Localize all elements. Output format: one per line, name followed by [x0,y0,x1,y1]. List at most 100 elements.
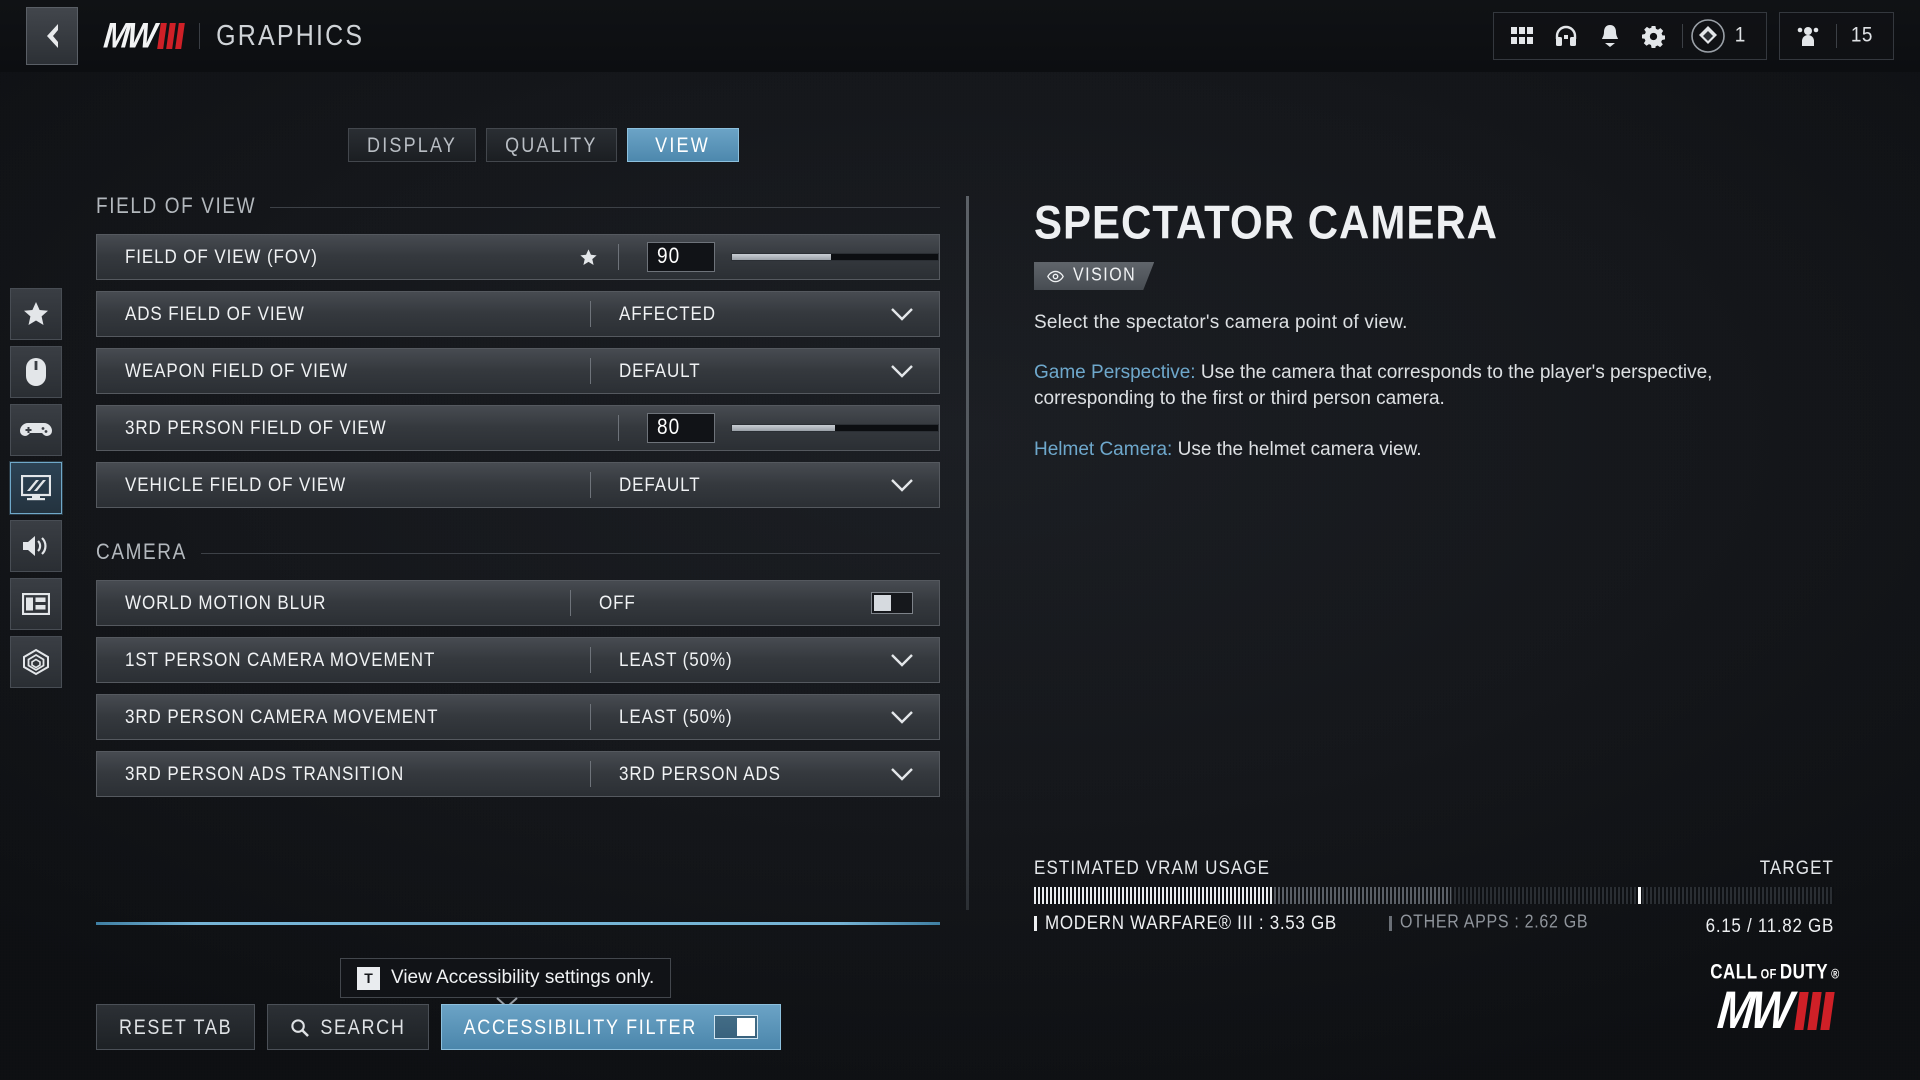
fov-slider-fill [732,254,831,260]
legend-tick [1034,915,1037,931]
setting-label: 1ST PERSON CAMERA MOVEMENT [125,648,436,671]
chevron-down-icon[interactable] [891,364,913,378]
detail-description: Select the spectator's camera point of v… [1034,312,1408,333]
vram-total-value: 6.15 / 11.82 GB [1705,914,1834,936]
vram-legend-secondary-label: OTHER APPS : 2.62 GB [1399,912,1589,933]
gamepad-icon [20,423,52,436]
accessibility-tooltip: T View Accessibility settings only. [340,958,672,998]
cod-of: OF [1760,967,1777,982]
reset-tab-button[interactable]: RESET TAB [96,1004,256,1050]
row-divider [618,244,619,270]
eye-vision-icon [1047,270,1064,283]
fov-value-box[interactable]: 90 [647,242,715,272]
setting-label: WEAPON FIELD OF VIEW [125,359,348,382]
setting-label: FIELD OF VIEW (FOV) [125,245,318,268]
setting-row-1st-person-camera-movement[interactable]: 1ST PERSON CAMERA MOVEMENT LEAST (50%) [96,637,940,683]
mw3-text: MW [1715,981,1793,1040]
detail-panel: SPECTATOR CAMERA VISION Select the spect… [1034,196,1834,463]
detail-entry-key: Game Perspective: [1034,362,1196,384]
header-divider [1681,24,1683,48]
chevron-down-icon[interactable] [891,710,913,724]
setting-label: ADS FIELD OF VIEW [125,302,305,325]
tooltip-text: View Accessibility settings only. [391,967,655,988]
sidebar-item-favorites[interactable] [10,288,62,340]
vram-legend-primary: MODERN WARFARE® III : 3.53 GB [1034,911,1337,934]
column-divider-scrollbar[interactable] [966,196,969,910]
header-icon-group: 1 [1492,12,1767,60]
setting-value: OFF [599,591,636,614]
tab-quality[interactable]: QUALITY [486,128,617,162]
row-divider [618,415,619,441]
sidebar-item-interface[interactable] [10,578,62,630]
chevron-down-icon[interactable] [891,307,913,321]
call-of-duty-logo: CALL OF DUTY ® MW [1670,960,1880,1040]
headset-icon[interactable] [1544,14,1588,58]
mw-logo-bars [157,23,185,49]
apps-grid-icon[interactable] [1500,14,1544,58]
sidebar-item-controller[interactable] [10,404,62,456]
sidebar-rail [10,288,62,688]
setting-row-3rd-person-fov[interactable]: 3RD PERSON FIELD OF VIEW 80 [96,405,940,451]
vram-legend: MODERN WARFARE® III : 3.53 GB OTHER APPS… [1034,911,1834,936]
settings-list: FIELD OF VIEW FIELD OF VIEW (FOV) 90 ADS… [96,192,940,808]
squad-value: 15 [1850,23,1873,47]
setting-label: WORLD MOTION BLUR [125,591,327,614]
third-person-fov-slider[interactable] [731,424,939,432]
setting-row-weapon-fov[interactable]: WEAPON FIELD OF VIEW DEFAULT [96,348,940,394]
reset-tab-label: RESET TAB [119,1014,233,1039]
section-rule [200,552,940,554]
world-motion-blur-toggle[interactable] [871,592,913,614]
squad-player-icon[interactable] [1786,14,1830,58]
chevron-down-icon[interactable] [891,767,913,781]
tab-display[interactable]: DISPLAY [348,128,477,162]
vram-legend-primary-label: MODERN WARFARE® III : 3.53 GB [1045,911,1337,934]
third-person-fov-value-box[interactable]: 80 [647,413,715,443]
section-header-camera: CAMERA [96,540,940,565]
legend-tick [1388,915,1392,931]
detail-title: SPECTATOR CAMERA [1034,196,1499,249]
rank-badge-icon [1689,17,1727,55]
sidebar-item-telemetry[interactable] [10,636,62,688]
setting-row-vehicle-fov[interactable]: VEHICLE FIELD OF VIEW DEFAULT [96,462,940,508]
setting-row-fov[interactable]: FIELD OF VIEW (FOV) 90 [96,234,940,280]
search-button[interactable]: SEARCH [267,1004,429,1050]
favorite-star-icon[interactable] [579,248,598,267]
horizontal-scroll-indicator[interactable] [96,922,940,925]
squad-divider [1835,24,1837,48]
detail-entry-helmet-camera: Helmet Camera: Use the helmet camera vie… [1034,437,1774,463]
notification-bell-icon[interactable] [1588,14,1632,58]
accessibility-filter-label: ACCESSIBILITY FILTER [463,1014,697,1039]
detail-entry-text: Use the helmet camera view. [1172,438,1422,460]
sidebar-item-mouse-keyboard[interactable] [10,346,62,398]
setting-row-3rd-person-ads-transition[interactable]: 3RD PERSON ADS TRANSITION 3RD PERSON ADS [96,751,940,797]
squad-group: 15 [1778,12,1894,60]
tab-view[interactable]: VIEW [626,128,739,162]
sidebar-item-audio[interactable] [10,520,62,572]
accessibility-filter-toggle[interactable] [713,1015,758,1039]
vram-label: ESTIMATED VRAM USAGE [1034,856,1271,879]
vram-segment-modern-warfare [1034,887,1274,904]
fov-slider[interactable] [731,253,939,261]
setting-row-ads-fov[interactable]: ADS FIELD OF VIEW AFFECTED [96,291,940,337]
setting-label: 3RD PERSON CAMERA MOVEMENT [125,705,439,728]
setting-value: LEAST (50%) [619,705,733,728]
setting-row-3rd-person-camera-movement[interactable]: 3RD PERSON CAMERA MOVEMENT LEAST (50%) [96,694,940,740]
vram-usage-panel: ESTIMATED VRAM USAGE TARGET MODERN WARFA… [1034,856,1834,936]
header-separator [199,23,201,49]
setting-value: 3RD PERSON ADS [619,762,781,785]
chevron-down-icon[interactable] [891,653,913,667]
graphics-settings-screen: MW GRAPHICS 1 15 DISPLAY QUALITY VIEW FI… [0,0,1920,1080]
tab-bar: DISPLAY QUALITY VIEW [348,128,739,162]
search-icon [291,1018,310,1037]
back-button[interactable] [26,7,78,65]
bottom-action-bar: RESET TAB SEARCH ACCESSIBILITY FILTER [96,1004,781,1050]
detail-entry-key: Helmet Camera: [1034,438,1173,460]
top-bar: MW GRAPHICS 1 15 [0,0,1920,72]
vram-legend-secondary: OTHER APPS : 2.62 GB [1388,912,1589,933]
sidebar-item-graphics[interactable] [10,462,62,514]
accessibility-filter-button[interactable]: ACCESSIBILITY FILTER [440,1004,781,1050]
setting-row-world-motion-blur[interactable]: WORLD MOTION BLUR OFF [96,580,940,626]
chevron-down-icon[interactable] [891,478,913,492]
rank-value: 1 [1734,23,1746,47]
gear-icon[interactable] [1632,14,1676,58]
